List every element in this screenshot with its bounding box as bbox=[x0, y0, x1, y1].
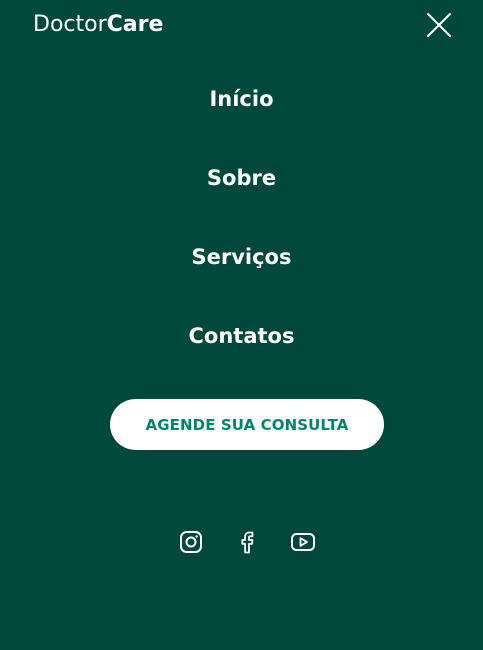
facebook-link[interactable] bbox=[234, 529, 260, 555]
close-icon bbox=[427, 13, 451, 37]
menu-item-servicos[interactable]: Serviços bbox=[0, 242, 483, 272]
menu-item-sobre[interactable]: Sobre bbox=[0, 163, 483, 193]
menu-item-contatos[interactable]: Contatos bbox=[0, 321, 483, 351]
schedule-appointment-button[interactable]: AGENDE SUA CONSULTA bbox=[110, 399, 384, 450]
close-menu-button[interactable] bbox=[425, 11, 453, 39]
youtube-link[interactable] bbox=[290, 529, 316, 555]
header: DoctorCare bbox=[0, 0, 483, 52]
instagram-icon bbox=[180, 531, 202, 553]
instagram-link[interactable] bbox=[178, 529, 204, 555]
logo[interactable]: DoctorCare bbox=[33, 11, 163, 39]
logo-text-care: Care bbox=[106, 12, 164, 37]
youtube-icon bbox=[291, 533, 315, 551]
facebook-icon bbox=[241, 531, 254, 554]
logo-text-doctor: Doctor bbox=[33, 12, 107, 37]
menu-item-inicio[interactable]: Início bbox=[0, 84, 483, 114]
